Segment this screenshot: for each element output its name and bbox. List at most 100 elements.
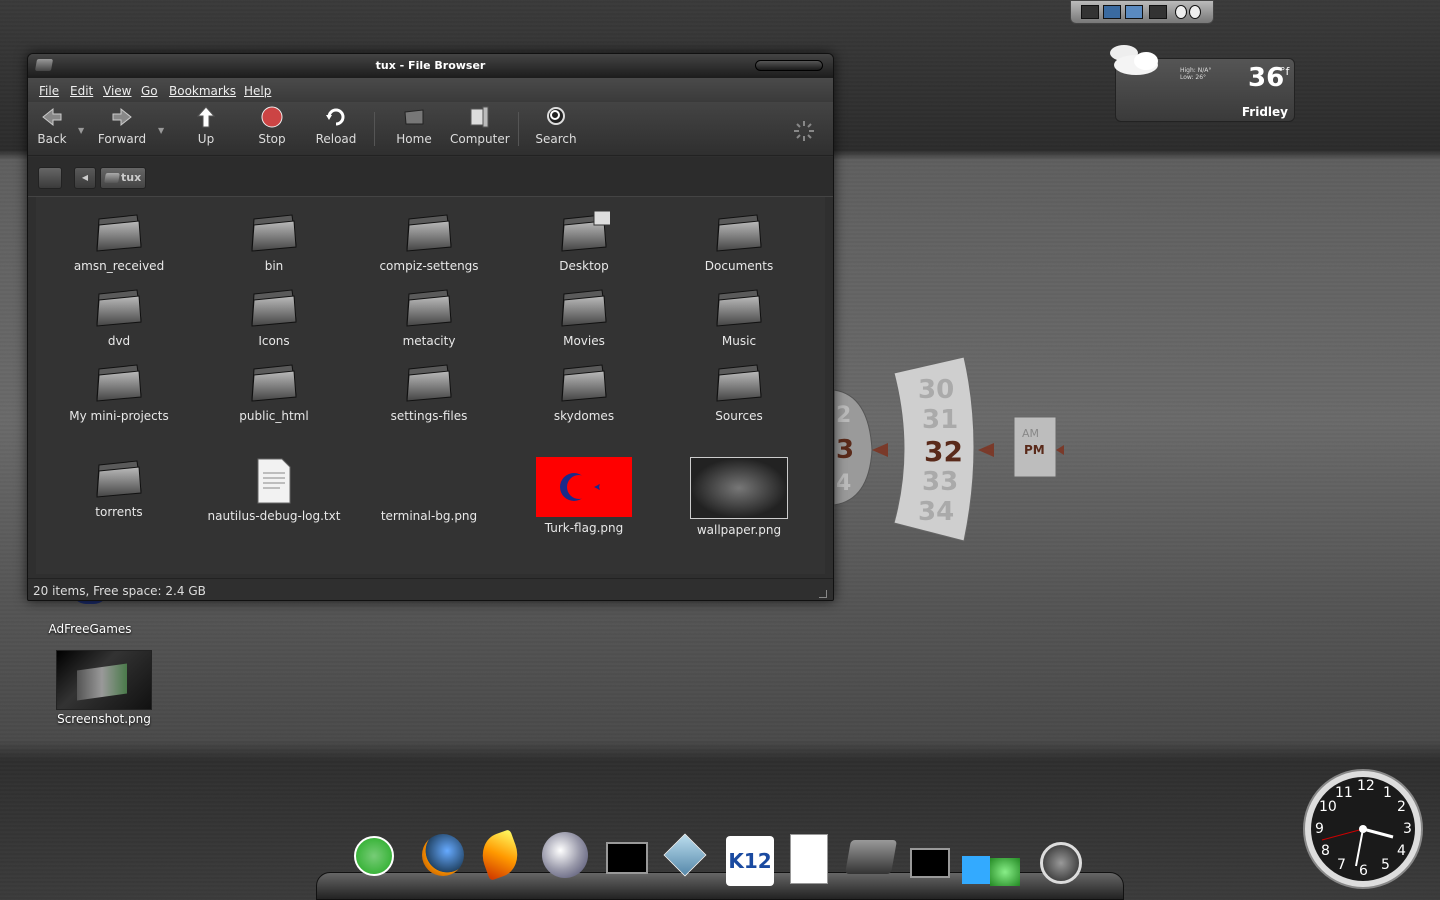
menu-help[interactable]: Help <box>244 84 271 98</box>
forward-history-dropdown[interactable]: ▼ <box>158 126 164 135</box>
desktop-icon-screenshot[interactable]: Screenshot.png <box>56 650 152 726</box>
icon-view[interactable]: amsn_received bin compiz-settengs Desktop Do… <box>36 197 825 574</box>
file-label: My mini-projects <box>69 409 169 423</box>
file-item[interactable]: wallpaper.png <box>664 457 814 537</box>
file-item[interactable]: Documents <box>664 211 814 273</box>
screenshot-thumbnail-icon <box>56 650 152 710</box>
text-file-icon <box>257 458 291 504</box>
clock-number-5: 5 <box>1381 857 1390 873</box>
folder-icon <box>561 364 607 402</box>
file-item[interactable]: dvd <box>44 286 194 348</box>
folder-icon <box>251 289 297 327</box>
toggle-location-button[interactable] <box>38 167 62 189</box>
file-item[interactable]: Sources <box>664 361 814 423</box>
window-controls[interactable] <box>755 60 823 71</box>
opensuse-icon[interactable] <box>354 836 400 882</box>
compiz-green-icon[interactable] <box>990 858 1036 900</box>
menu-bookmarks[interactable]: Bookmarks <box>169 84 236 98</box>
file-item[interactable]: settings-files <box>354 361 504 423</box>
monitor-icon[interactable] <box>1149 5 1167 19</box>
location-bar: ◀ tux <box>28 157 833 197</box>
folder-icon <box>406 289 452 327</box>
file-item[interactable]: torrents <box>44 457 194 519</box>
toolbar: Back ▼ Forward ▼ Up Stop Reload Home Com… <box>28 102 833 156</box>
folder-icon[interactable] <box>845 840 897 886</box>
minute-33: 33 <box>922 467 959 497</box>
file-item[interactable]: compiz-settengs <box>354 211 504 273</box>
file-item[interactable]: Desktop <box>509 211 659 273</box>
folder-icon <box>716 289 762 327</box>
file-label: dvd <box>107 334 131 348</box>
image-thumbnail-icon <box>381 457 477 505</box>
file-item[interactable]: metacity <box>354 286 504 348</box>
clock-number-3: 3 <box>1403 821 1412 837</box>
orb-icon[interactable] <box>542 832 588 878</box>
file-item[interactable]: terminal-bg.png <box>354 457 504 523</box>
forward-button[interactable]: Forward <box>96 106 148 152</box>
statusbar: 20 items, Free space: 2.4 GB <box>28 578 833 600</box>
menu-file[interactable]: File <box>39 84 59 98</box>
file-label: terminal-bg.png <box>380 509 478 523</box>
file-browser-window: tux - File Browser File Edit View Go Boo… <box>27 53 834 601</box>
file-label: nautilus-debug-log.txt <box>207 509 341 523</box>
clock-number-11: 11 <box>1335 785 1353 801</box>
file-item[interactable]: My mini-projects <box>44 361 194 423</box>
clock-number-6: 6 <box>1359 863 1368 879</box>
terminal2-icon[interactable] <box>910 848 956 894</box>
menu-edit[interactable]: Edit <box>70 84 93 98</box>
weather-high-low: High: N/A° Low: 26° <box>1180 67 1212 81</box>
file-item[interactable]: Icons <box>199 286 349 348</box>
eyes-icon[interactable] <box>1175 5 1187 19</box>
file-item[interactable]: Music <box>664 286 814 348</box>
clock-number-4: 4 <box>1397 843 1406 859</box>
up-arrow-icon <box>196 106 216 128</box>
minute-34: 34 <box>918 497 955 527</box>
back-history-dropdown[interactable]: ▼ <box>78 126 84 135</box>
path-crumb-tux[interactable]: tux <box>100 167 146 189</box>
eyes-icon-right[interactable] <box>1189 5 1201 19</box>
reload-icon <box>326 108 345 126</box>
folder-icon <box>96 460 142 498</box>
back-button[interactable]: Back <box>34 106 70 152</box>
menu-view[interactable]: View <box>103 84 131 98</box>
up-button[interactable]: Up <box>188 106 224 152</box>
folder-icon <box>716 364 762 402</box>
power-icon[interactable] <box>1040 842 1086 888</box>
terminal-icon[interactable] <box>606 842 652 888</box>
file-item[interactable]: Movies <box>509 286 659 348</box>
wallpaper-thumbnail-icon <box>690 457 788 519</box>
virtualbox-icon[interactable] <box>663 833 712 882</box>
resize-grip[interactable] <box>819 590 827 598</box>
flip-clock-widget[interactable]: 2 3 4 30 31 32 33 34 AM PM <box>833 355 1064 555</box>
reload-button[interactable]: Reload <box>314 106 358 152</box>
hour-current: 3 <box>836 435 855 465</box>
document-icon[interactable] <box>790 834 836 884</box>
k12-icon[interactable]: K12 <box>726 836 774 886</box>
cursor-icon[interactable] <box>1103 5 1121 19</box>
computer-button[interactable]: Computer <box>450 106 510 152</box>
screen-icon[interactable] <box>1081 5 1099 19</box>
file-item[interactable]: Turk-flag.png <box>509 457 659 535</box>
window-titlebar[interactable]: tux - File Browser <box>28 54 833 78</box>
menu-go[interactable]: Go <box>141 84 158 98</box>
flame-icon[interactable] <box>475 829 528 881</box>
path-bar-scroll-left[interactable]: ◀ <box>74 167 96 189</box>
file-item[interactable]: amsn_received <box>44 211 194 273</box>
stop-button[interactable]: Stop <box>252 106 292 152</box>
weather-widget[interactable]: High: N/A° Low: 26° 36 °f Fridley <box>1110 45 1295 122</box>
status-text: 20 items, Free space: 2.4 GB <box>33 584 206 598</box>
folder-icon <box>406 214 452 252</box>
clock-number-8: 8 <box>1321 843 1330 859</box>
firefox-icon[interactable] <box>422 834 468 880</box>
file-item[interactable]: bin <box>199 211 349 273</box>
search-icon <box>547 107 565 125</box>
weather-unit: °f <box>1280 65 1290 78</box>
file-item[interactable]: public_html <box>199 361 349 423</box>
folder-icon <box>251 364 297 402</box>
file-item[interactable]: skydomes <box>509 361 659 423</box>
search-button[interactable]: Search <box>534 106 578 152</box>
network-icon[interactable] <box>1125 5 1143 19</box>
minute-30: 30 <box>918 375 955 405</box>
home-button[interactable]: Home <box>392 106 436 152</box>
file-item[interactable]: nautilus-debug-log.txt <box>199 457 349 523</box>
